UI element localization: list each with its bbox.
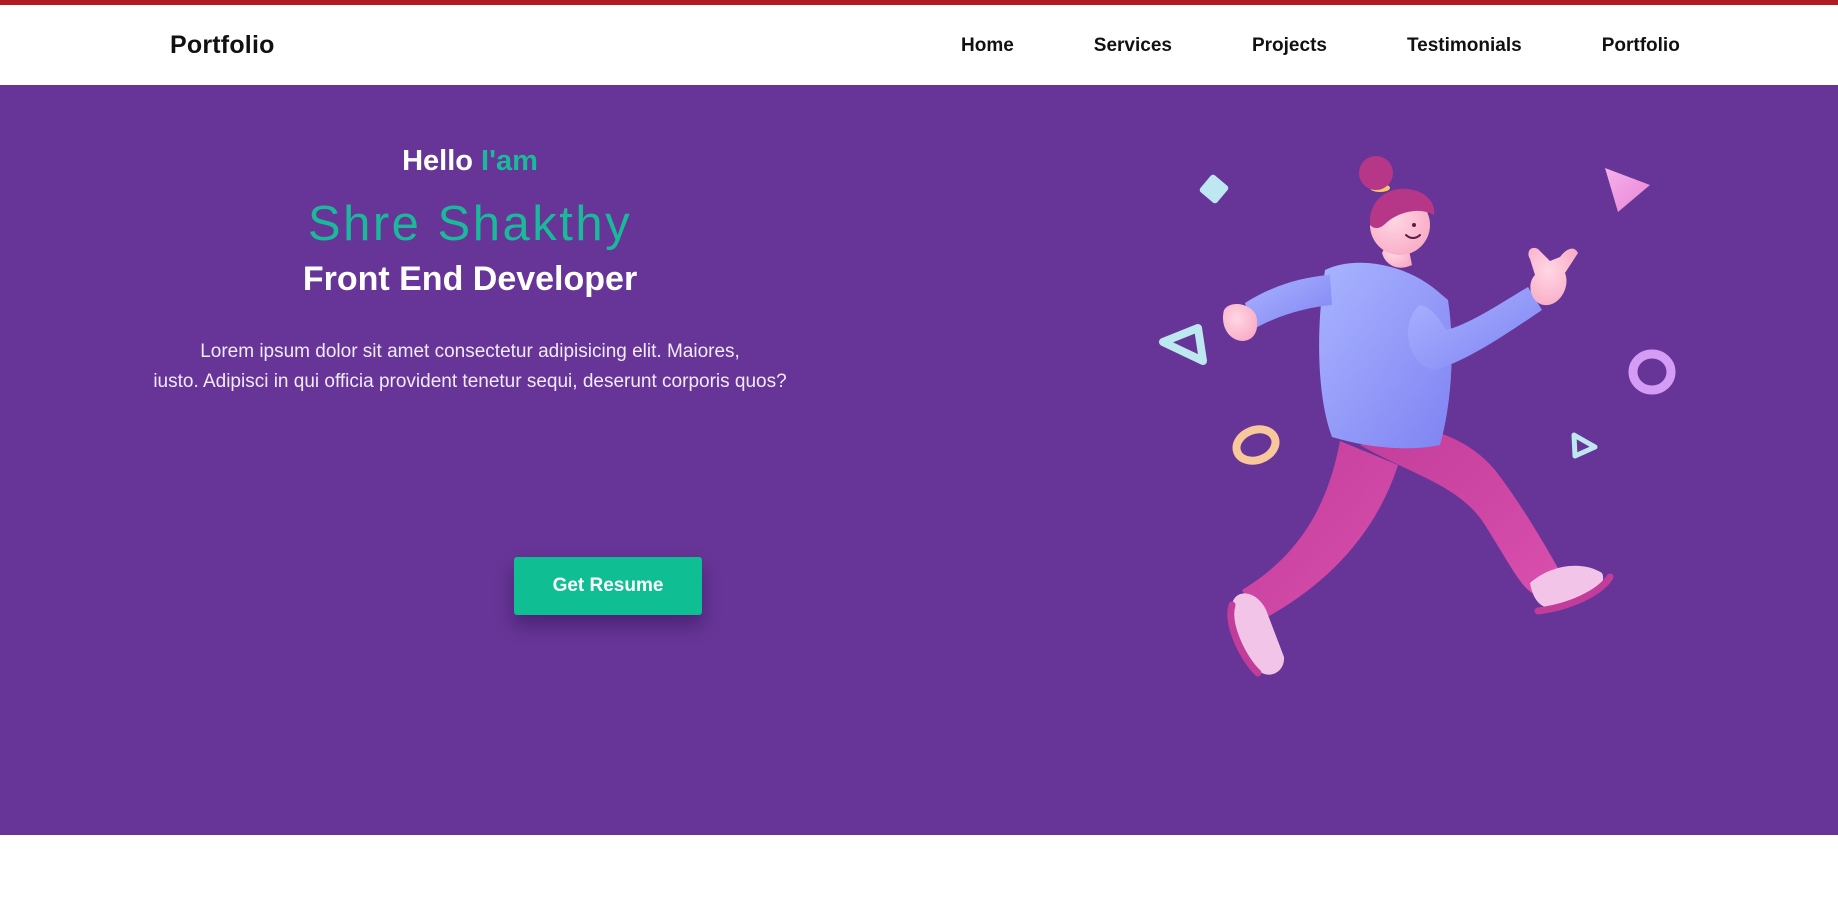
hero-bio: Lorem ipsum dolor sit amet consectetur a… (140, 337, 800, 397)
greeting-accent-text: I'am (481, 145, 538, 177)
hero-greeting: Hello I'am (140, 145, 800, 178)
nav-links: Home Services Projects Testimonials Port… (961, 35, 1680, 57)
nav-link-services[interactable]: Services (1094, 35, 1172, 57)
ring-purple-icon (1628, 349, 1676, 395)
ring-orange-icon (1232, 425, 1280, 465)
nav-link-home[interactable]: Home (961, 35, 1014, 57)
hero-name: Shre Shakthy (307, 197, 633, 251)
hero-bio-line-1: Lorem ipsum dolor sit amet consectetur a… (200, 341, 740, 362)
navbar: Portfolio Home Services Projects Testimo… (0, 5, 1838, 85)
hero-section: Hello I'am Shre Shakthy Front End Develo… (0, 85, 1838, 835)
pointing-hand (1528, 247, 1578, 306)
brand-logo[interactable]: Portfolio (170, 31, 275, 60)
front-leg (1360, 425, 1562, 593)
get-resume-button[interactable]: Get Resume (514, 557, 702, 615)
hero-role: Front End Developer (302, 260, 638, 298)
hair-bun (1359, 156, 1393, 190)
hero-intro: Hello I'am Shre Shakthy Front End Develo… (140, 145, 800, 615)
diamond-shape-icon (1199, 174, 1229, 204)
back-arm (1245, 275, 1332, 330)
triangle-small-outline-icon (1571, 432, 1598, 459)
triangle-outline-icon (1159, 324, 1207, 365)
running-person-illustration (1159, 156, 1676, 677)
back-leg (1242, 441, 1398, 621)
nav-link-portfolio[interactable]: Portfolio (1602, 35, 1680, 57)
greeting-text: Hello (402, 145, 473, 177)
nav-link-projects[interactable]: Projects (1252, 35, 1327, 57)
triangle-pink-icon (1605, 168, 1650, 212)
nav-link-testimonials[interactable]: Testimonials (1407, 35, 1522, 57)
hero-bio-line-2: iusto. Adipisci in qui officia provident… (153, 371, 787, 392)
